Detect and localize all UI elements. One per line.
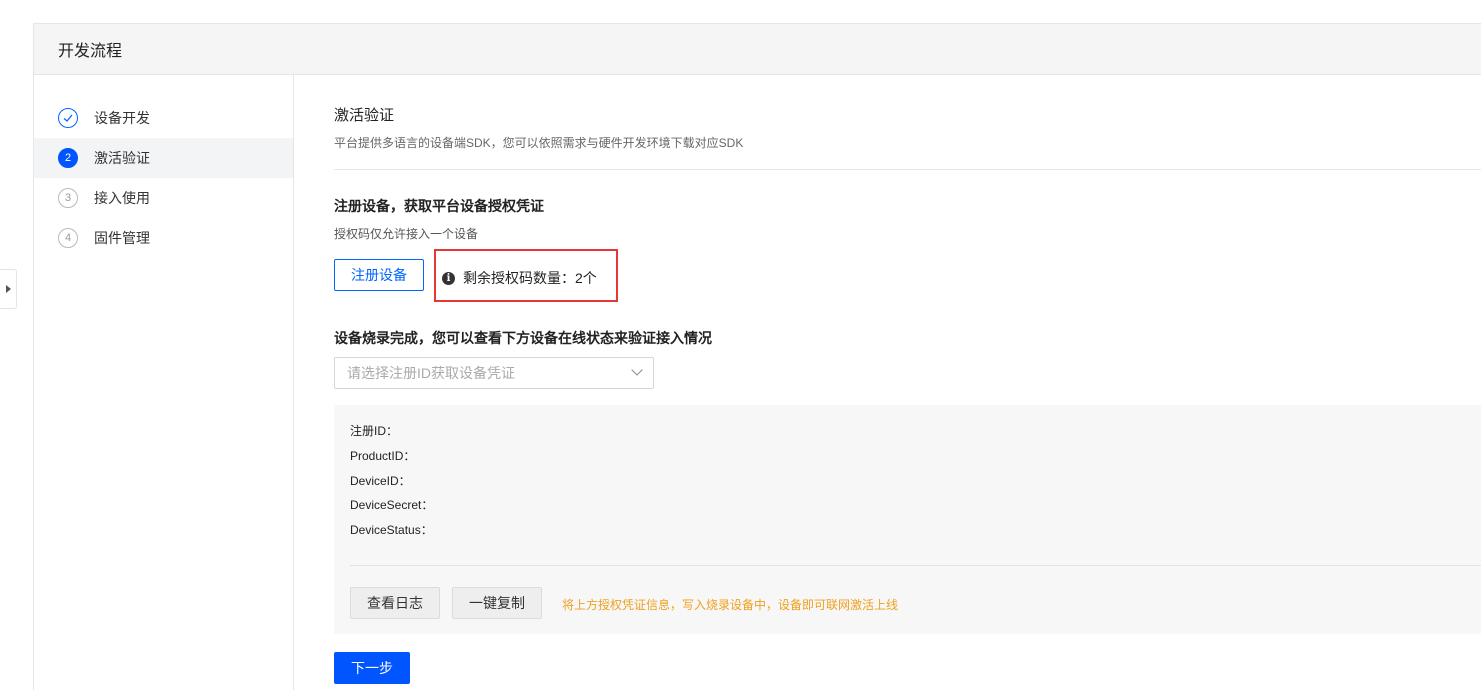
quota-highlight-box: i 剩余授权码数量：2个 bbox=[434, 249, 618, 302]
divider bbox=[334, 169, 1481, 170]
dev-flow-panel: 开发流程 设备开发 2 激活验证 3 接入使用 4 固件管理 激活验证 平台提供… bbox=[33, 23, 1481, 690]
panel-title: 开发流程 bbox=[34, 24, 1481, 75]
hint-text: 将上方授权凭证信息，写入烧录设备中，设备即可联网激活上线 bbox=[562, 598, 899, 612]
copy-all-button[interactable]: 一键复制 bbox=[452, 587, 542, 619]
divider bbox=[350, 565, 1481, 566]
register-device-button[interactable]: 注册设备 bbox=[334, 259, 424, 291]
field-device-status: DeviceStatus： bbox=[350, 523, 433, 538]
check-icon bbox=[58, 108, 78, 128]
step-firmware[interactable]: 4 固件管理 bbox=[34, 218, 293, 258]
step-label: 设备开发 bbox=[94, 110, 150, 126]
view-log-button[interactable]: 查看日志 bbox=[350, 587, 440, 619]
step-number-badge: 2 bbox=[58, 148, 78, 168]
section-description: 平台提供多语言的设备端SDK，您可以依照需求与硬件开发环境下载对应SDK bbox=[334, 136, 744, 150]
step-label: 接入使用 bbox=[94, 190, 150, 206]
field-device-secret: DeviceSecret： bbox=[350, 498, 434, 513]
step-activation[interactable]: 2 激活验证 bbox=[34, 138, 293, 178]
credential-info-panel: 注册ID： ProductID： DeviceID： DeviceSecret：… bbox=[334, 405, 1481, 634]
steps-sidebar: 设备开发 2 激活验证 3 接入使用 4 固件管理 bbox=[34, 75, 294, 690]
info-icon: i bbox=[442, 271, 455, 285]
step-device-dev[interactable]: 设备开发 bbox=[34, 98, 293, 138]
registration-id-select[interactable]: 请选择注册ID获取设备凭证 bbox=[334, 357, 654, 389]
section-title: 激活验证 bbox=[334, 107, 395, 124]
quota-label: 剩余授权码数量：2个 bbox=[463, 270, 597, 286]
step-label: 激活验证 bbox=[94, 150, 150, 166]
burn-title: 设备烧录完成，您可以查看下方设备在线状态来验证接入情况 bbox=[334, 330, 712, 346]
sidebar-toggle-button[interactable] bbox=[0, 269, 17, 309]
step-label: 固件管理 bbox=[94, 230, 150, 246]
step-number-badge: 4 bbox=[58, 228, 78, 248]
chevron-down-icon bbox=[631, 364, 643, 376]
caret-right-icon bbox=[5, 285, 11, 293]
register-title: 注册设备，获取平台设备授权凭证 bbox=[334, 198, 544, 214]
next-step-button[interactable]: 下一步 bbox=[334, 652, 410, 684]
field-product-id: ProductID： bbox=[350, 448, 416, 463]
quota-info: i 剩余授权码数量：2个 bbox=[442, 268, 597, 288]
field-registration-id: 注册ID： bbox=[350, 424, 399, 438]
field-device-id: DeviceID： bbox=[350, 473, 411, 488]
step-access[interactable]: 3 接入使用 bbox=[34, 178, 293, 218]
select-placeholder: 请选择注册ID获取设备凭证 bbox=[347, 365, 515, 381]
step-number-badge: 3 bbox=[58, 188, 78, 208]
register-subtitle: 授权码仅允许接入一个设备 bbox=[334, 227, 479, 241]
